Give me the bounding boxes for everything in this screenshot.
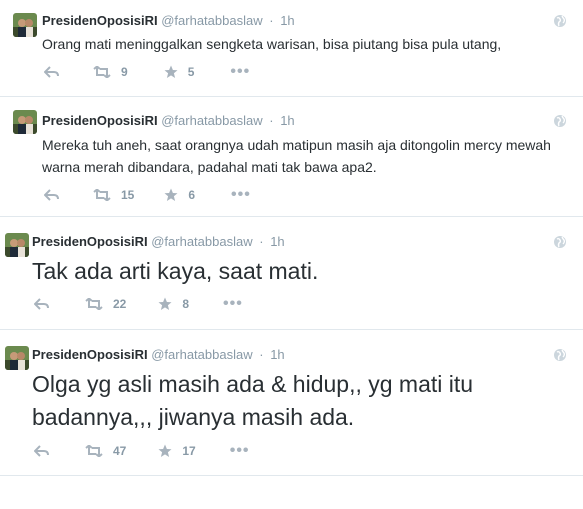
globe-icon <box>553 235 567 249</box>
reply-icon <box>44 66 59 78</box>
separator: · <box>259 347 264 362</box>
retweet-button[interactable]: 22 <box>85 297 126 311</box>
favorite-count: 6 <box>188 188 196 202</box>
timestamp[interactable]: 1h <box>280 113 294 128</box>
author-name[interactable]: PresidenOposisiRI <box>42 13 158 28</box>
favorite-count: 17 <box>182 444 196 458</box>
retweet-count: 22 <box>113 297 127 311</box>
timestamp[interactable]: 1h <box>270 347 284 362</box>
tweet[interactable]: PresidenOposisiRI @farhatabbaslaw · 1h T… <box>0 217 583 330</box>
tweet-actions: 47 17 ••• <box>34 443 250 459</box>
favorite-button[interactable]: 17 <box>158 444 196 458</box>
tweet[interactable]: PresidenOposisiRI @farhatabbaslaw · 1h M… <box>0 97 583 217</box>
globe-icon <box>553 348 567 362</box>
retweet-icon <box>85 445 103 457</box>
reply-button[interactable] <box>34 445 49 457</box>
author-handle[interactable]: @farhatabbaslaw <box>151 347 252 362</box>
more-options-icon[interactable]: ••• <box>231 187 251 203</box>
avatar[interactable] <box>5 346 29 370</box>
favorite-count: 5 <box>187 65 195 79</box>
tweet[interactable]: PresidenOposisiRI @farhatabbaslaw · 1h O… <box>0 0 583 97</box>
tweet-text: Mereka tuh aneh, saat orangnya udah mati… <box>42 137 551 175</box>
favorite-button[interactable]: 8 <box>158 297 189 311</box>
tweet-text: Tak ada arti kaya, saat mati. <box>32 258 319 284</box>
tweet-header: PresidenOposisiRI @farhatabbaslaw · 1h <box>32 234 285 250</box>
tweet[interactable]: PresidenOposisiRI @farhatabbaslaw · 1h O… <box>0 330 583 476</box>
separator: · <box>269 113 274 128</box>
retweet-icon <box>85 298 103 310</box>
more-options-icon[interactable]: ••• <box>223 296 243 312</box>
author-name[interactable]: PresidenOposisiRI <box>42 113 158 128</box>
favorite-button[interactable]: 5 <box>164 65 195 79</box>
star-icon <box>158 297 172 310</box>
author-name[interactable]: PresidenOposisiRI <box>32 234 148 249</box>
author-handle[interactable]: @farhatabbaslaw <box>161 113 262 128</box>
star-icon <box>164 188 178 201</box>
star-icon <box>158 444 172 457</box>
reply-icon <box>34 298 49 310</box>
separator: · <box>269 13 274 28</box>
separator: · <box>259 234 264 249</box>
timestamp[interactable]: 1h <box>280 13 294 28</box>
reply-button[interactable] <box>44 189 59 201</box>
retweet-count: 15 <box>121 188 135 202</box>
reply-button[interactable] <box>34 298 49 310</box>
favorite-count: 8 <box>182 297 190 311</box>
tweet-header: PresidenOposisiRI @farhatabbaslaw · 1h <box>32 347 285 363</box>
star-icon <box>164 65 178 78</box>
reply-icon <box>44 189 59 201</box>
avatar[interactable] <box>13 110 37 134</box>
retweet-button[interactable]: 47 <box>85 444 126 458</box>
favorite-button[interactable]: 6 <box>164 188 195 202</box>
tweet-text: Olga yg asli masih ada & hidup,, yg mati… <box>32 371 474 430</box>
globe-icon <box>553 14 567 28</box>
author-name[interactable]: PresidenOposisiRI <box>32 347 148 362</box>
avatar[interactable] <box>5 233 29 257</box>
timestamp[interactable]: 1h <box>270 234 284 249</box>
retweet-count: 47 <box>113 444 127 458</box>
more-options-icon[interactable]: ••• <box>230 443 250 459</box>
reply-icon <box>34 445 49 457</box>
reply-button[interactable] <box>44 66 59 78</box>
tweet-actions: 15 6 ••• <box>44 187 251 203</box>
tweet-header: PresidenOposisiRI @farhatabbaslaw · 1h <box>42 13 295 29</box>
tweet-text: Orang mati meninggalkan sengketa warisan… <box>42 36 502 52</box>
author-handle[interactable]: @farhatabbaslaw <box>151 234 252 249</box>
avatar[interactable] <box>13 13 37 37</box>
author-handle[interactable]: @farhatabbaslaw <box>161 13 262 28</box>
more-options-icon[interactable]: ••• <box>230 64 250 80</box>
tweet-header: PresidenOposisiRI @farhatabbaslaw · 1h <box>42 113 295 129</box>
tweet-actions: 22 8 ••• <box>34 296 243 312</box>
tweet-actions: 9 5 ••• <box>44 64 250 80</box>
retweet-button[interactable]: 9 <box>93 65 128 79</box>
globe-icon <box>553 114 567 128</box>
retweet-icon <box>93 189 111 201</box>
retweet-button[interactable]: 15 <box>93 188 134 202</box>
retweet-count: 9 <box>121 65 128 79</box>
retweet-icon <box>93 66 111 78</box>
